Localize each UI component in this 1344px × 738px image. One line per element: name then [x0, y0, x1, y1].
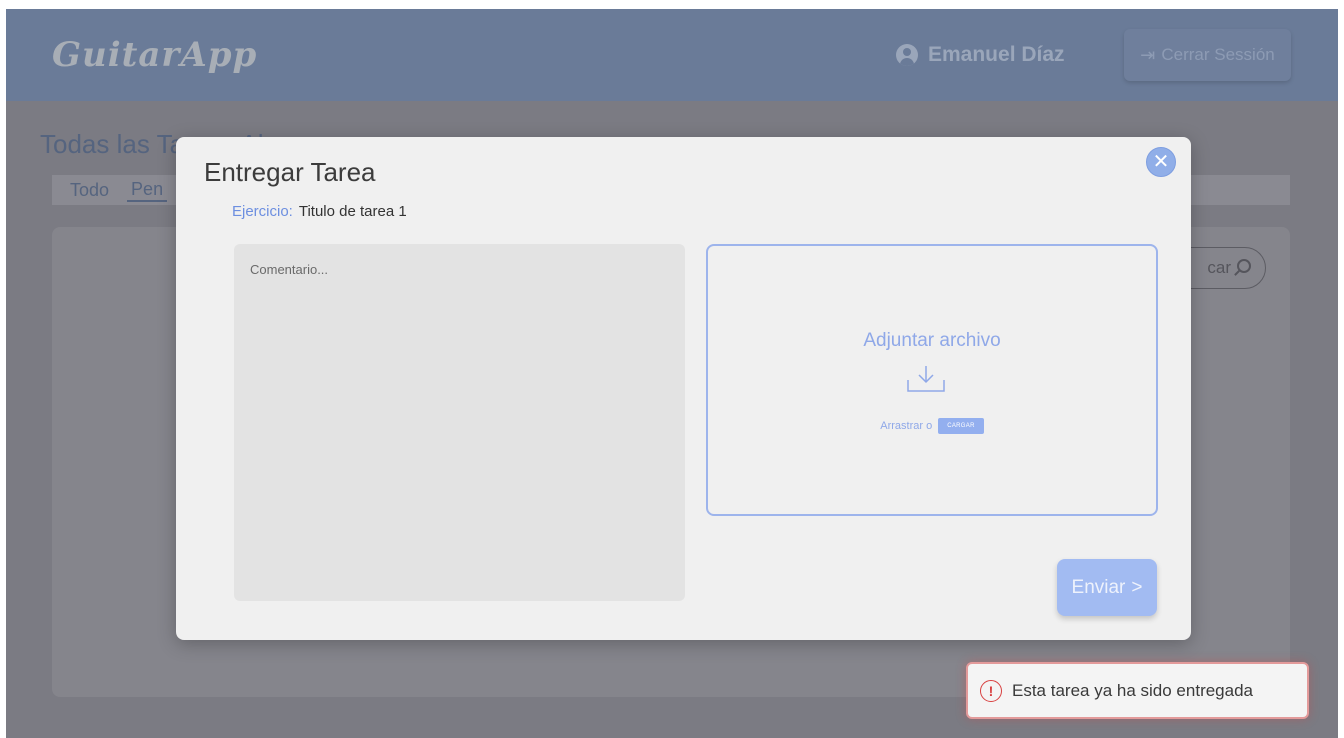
user-profile[interactable]: Emanuel Díaz	[896, 41, 1065, 69]
toast-message: Esta tarea ya ha sido entregada	[1012, 680, 1253, 700]
send-label: Enviar	[1071, 576, 1126, 598]
dropzone-drag-text: Arrastrar o	[880, 420, 933, 432]
alert-circle-icon: !	[980, 679, 1002, 702]
logout-icon: ⇥	[1140, 44, 1156, 65]
dropzone-title: Adjuntar archivo	[863, 330, 1001, 351]
user-name: Emanuel Díaz	[928, 43, 1065, 66]
dropzone-actions: Arrastrar o CARGAR	[708, 418, 1156, 434]
error-toast: ! Esta tarea ya ha sido entregada	[966, 662, 1309, 719]
file-dropzone[interactable]: Adjuntar archivo Arrastrar o CARGAR	[706, 244, 1158, 516]
comment-field[interactable]	[234, 244, 685, 601]
top-header: GuitarApp Emanuel Díaz ⇥ Cerrar Sessión	[6, 9, 1338, 101]
send-button[interactable]: Enviar >	[1057, 559, 1157, 616]
exercise-value: Titulo de tarea 1	[298, 203, 407, 220]
upload-button[interactable]: CARGAR	[938, 418, 984, 434]
search-placeholder: car	[1207, 258, 1231, 277]
search-icon	[1237, 259, 1251, 273]
close-icon: ✕	[1152, 151, 1170, 173]
app-logo[interactable]: GuitarApp	[52, 35, 257, 75]
exercise-label: Ejercicio:	[232, 203, 293, 220]
logout-label: Cerrar Sessión	[1161, 45, 1275, 64]
modal-title: Entregar Tarea	[204, 157, 376, 187]
chevron-right-icon: >	[1131, 576, 1143, 598]
exercise-info: Ejercicio: Titulo de tarea 1	[232, 203, 407, 220]
download-icon	[907, 366, 945, 392]
logout-button[interactable]: ⇥ Cerrar Sessión	[1124, 29, 1291, 81]
tab-all[interactable]: Todo	[70, 180, 109, 201]
user-circle-icon	[896, 44, 918, 66]
submit-task-modal: Entregar Tarea ✕ Ejercicio: Titulo de ta…	[176, 137, 1191, 640]
close-button[interactable]: ✕	[1146, 147, 1176, 177]
tab-pending[interactable]: Pen	[127, 179, 168, 202]
